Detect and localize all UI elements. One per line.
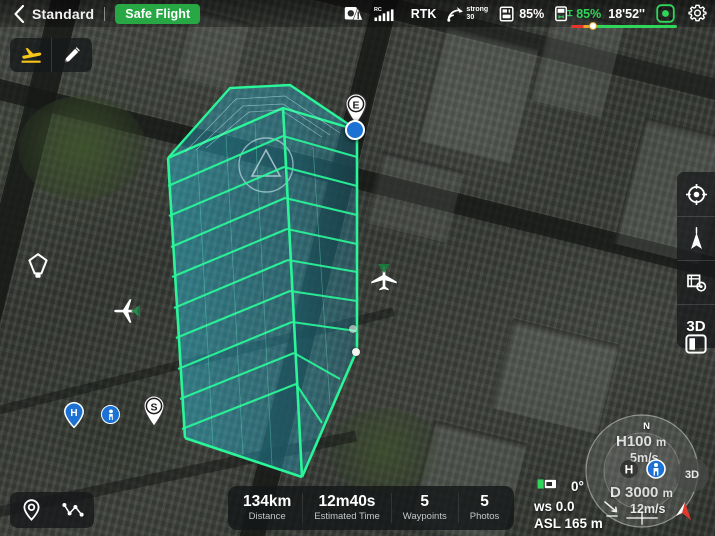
- stat-label: Estimated Time: [314, 511, 379, 523]
- storage-percent: 85%: [519, 7, 544, 21]
- waypoint-node-end[interactable]: [345, 120, 365, 140]
- poi-marker[interactable]: [101, 405, 120, 424]
- place-marker-button[interactable]: [20, 248, 56, 284]
- stat-value: 12m40s: [319, 493, 376, 510]
- waypoint-marker-start[interactable]: S: [142, 395, 166, 427]
- gps-status[interactable]: strong 30: [447, 6, 488, 22]
- center-target-button[interactable]: [677, 172, 715, 216]
- drone-mission-planner: E S H Standard Safe Flight: [0, 0, 715, 536]
- gps-quality: strong: [466, 6, 488, 14]
- map-tool-group: [10, 38, 92, 72]
- model-handle[interactable]: [349, 325, 357, 333]
- center-target-icon: [686, 184, 707, 205]
- recording-icon: [656, 4, 675, 23]
- stat-label: Waypoints: [403, 511, 447, 523]
- aircraft-icon: [108, 296, 140, 324]
- svg-text:RC: RC: [374, 7, 382, 13]
- compass-north-icon: [689, 227, 704, 251]
- signal-bars-icon: RC: [374, 5, 397, 22]
- chevron-left-icon: [13, 5, 25, 23]
- map-layers-button[interactable]: [677, 260, 715, 304]
- gimbal-warning-icon: [344, 5, 363, 22]
- map-building: [364, 151, 463, 243]
- battery-bar: [571, 25, 677, 28]
- gps-quality-block: strong 30: [466, 6, 488, 21]
- gps-count: 30: [466, 14, 488, 22]
- mission-stats-bar: 134km Distance 12m40s Estimated Time 5 W…: [228, 486, 514, 530]
- waypoint-route-icon: [62, 502, 84, 518]
- flight-mode-label: Standard: [32, 6, 94, 22]
- battery-percent: 85%: [576, 7, 601, 21]
- map-mode-group: [10, 492, 94, 528]
- safe-flight-button[interactable]: Safe Flight: [115, 4, 200, 24]
- hospital-marker[interactable]: H: [64, 402, 84, 428]
- divider: [104, 7, 105, 21]
- aircraft-icon: [368, 264, 400, 294]
- hospital-marker-label: H: [70, 408, 77, 419]
- map-control-rail: 3D: [677, 172, 715, 348]
- stat-label: Distance: [249, 511, 286, 523]
- gimbal-warning-status[interactable]: [344, 5, 363, 22]
- stat-estimated-time: 12m40s Estimated Time: [302, 493, 390, 523]
- route-button[interactable]: [52, 492, 94, 528]
- pencil-icon: [62, 45, 82, 65]
- takeoff-tool-button[interactable]: [10, 38, 51, 72]
- location-pin-icon: [23, 499, 40, 521]
- panel-toggle-icon: [684, 333, 708, 355]
- satellite-icon: [447, 6, 464, 22]
- stat-photos: 5 Photos: [458, 493, 511, 523]
- stat-label: Photos: [470, 511, 500, 523]
- stat-distance: 134km Distance: [232, 493, 302, 523]
- location-button[interactable]: [10, 492, 52, 528]
- stat-waypoints: 5 Waypoints: [391, 493, 458, 523]
- map-layers-icon: [686, 272, 707, 293]
- pilot-icon: [105, 409, 117, 421]
- edit-tool-button[interactable]: [51, 38, 92, 72]
- stat-value: 5: [420, 493, 429, 510]
- compass-north-button[interactable]: [677, 216, 715, 260]
- start-marker-label: S: [150, 401, 157, 413]
- takeoff-icon: [20, 45, 42, 65]
- settings-button[interactable]: [688, 4, 707, 23]
- sidebar-toggle-button[interactable]: [680, 328, 712, 360]
- satellite-map[interactable]: [0, 0, 715, 536]
- back-button[interactable]: [8, 3, 30, 25]
- map-building: [417, 24, 539, 164]
- end-marker-label: E: [352, 99, 359, 111]
- top-status-bar: Standard Safe Flight RC: [0, 0, 715, 27]
- map-3d-badge[interactable]: 3D: [675, 458, 709, 492]
- rtk-status[interactable]: RTK: [408, 7, 437, 21]
- battery-status[interactable]: 85% 18'52'': [555, 6, 645, 22]
- map-building: [491, 318, 620, 434]
- recording-status[interactable]: [656, 4, 675, 23]
- battery-time: 18'52'': [608, 7, 645, 21]
- battery-drone-icon: [555, 6, 573, 22]
- rc-signal-status[interactable]: RC: [374, 5, 397, 22]
- map-road: [0, 307, 395, 417]
- map-park: [18, 96, 146, 200]
- stat-value: 134km: [243, 493, 291, 510]
- sd-card-icon: [499, 6, 516, 22]
- model-handle[interactable]: [352, 348, 360, 356]
- rtk-label: RTK: [411, 7, 437, 21]
- gear-icon: [688, 4, 707, 23]
- stat-value: 5: [480, 493, 489, 510]
- map-pin-icon: [27, 252, 49, 280]
- storage-status[interactable]: 85%: [499, 6, 544, 22]
- compass-north-label: N: [643, 421, 650, 432]
